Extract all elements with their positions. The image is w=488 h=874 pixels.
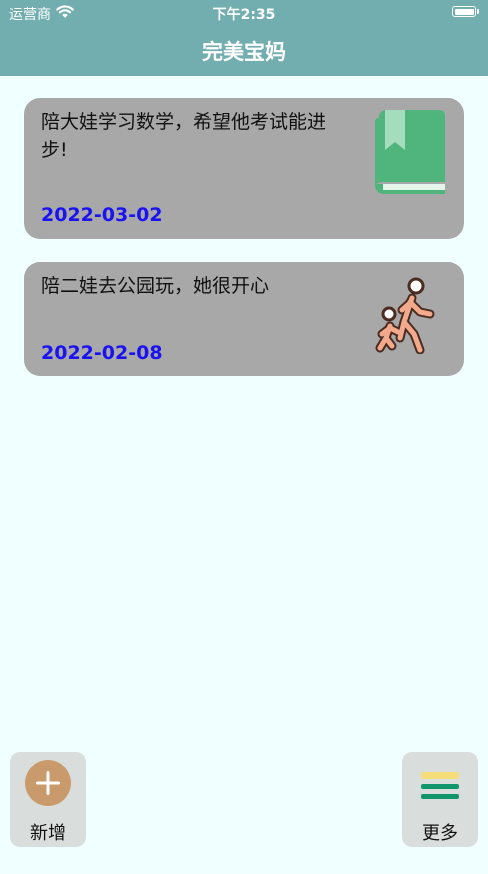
status-bar: 运营商 下午2:35 — [0, 0, 488, 26]
status-time: 下午2:35 — [212, 7, 276, 23]
record-text: 陪大娃学习数学，希望他考试能进步! — [41, 111, 327, 161]
add-button[interactable]: 新增 — [10, 752, 86, 847]
record-text: 陪二娃去公园玩，她很开心 — [41, 275, 270, 297]
book-icon — [375, 110, 445, 194]
plus-circle-icon — [25, 760, 71, 806]
record-card[interactable]: 陪大娃学习数学，希望他考试能进步! 2022-03-02 — [24, 98, 464, 239]
parent-child-walking-icon — [375, 277, 435, 354]
nav-bar: 完美宝妈 — [0, 26, 488, 76]
battery-icon — [452, 6, 476, 17]
page-title: 完美宝妈 — [202, 40, 286, 64]
record-card[interactable]: 陪二娃去公园玩，她很开心 2022-02-08 — [24, 262, 464, 376]
add-button-label: 新增 — [30, 823, 66, 844]
record-date: 2022-02-08 — [41, 342, 163, 364]
more-button[interactable]: 更多 — [402, 752, 478, 847]
record-date: 2022-03-02 — [41, 204, 163, 226]
menu-icon — [421, 772, 459, 799]
battery-tip — [477, 9, 479, 14]
more-button-label: 更多 — [422, 823, 458, 844]
